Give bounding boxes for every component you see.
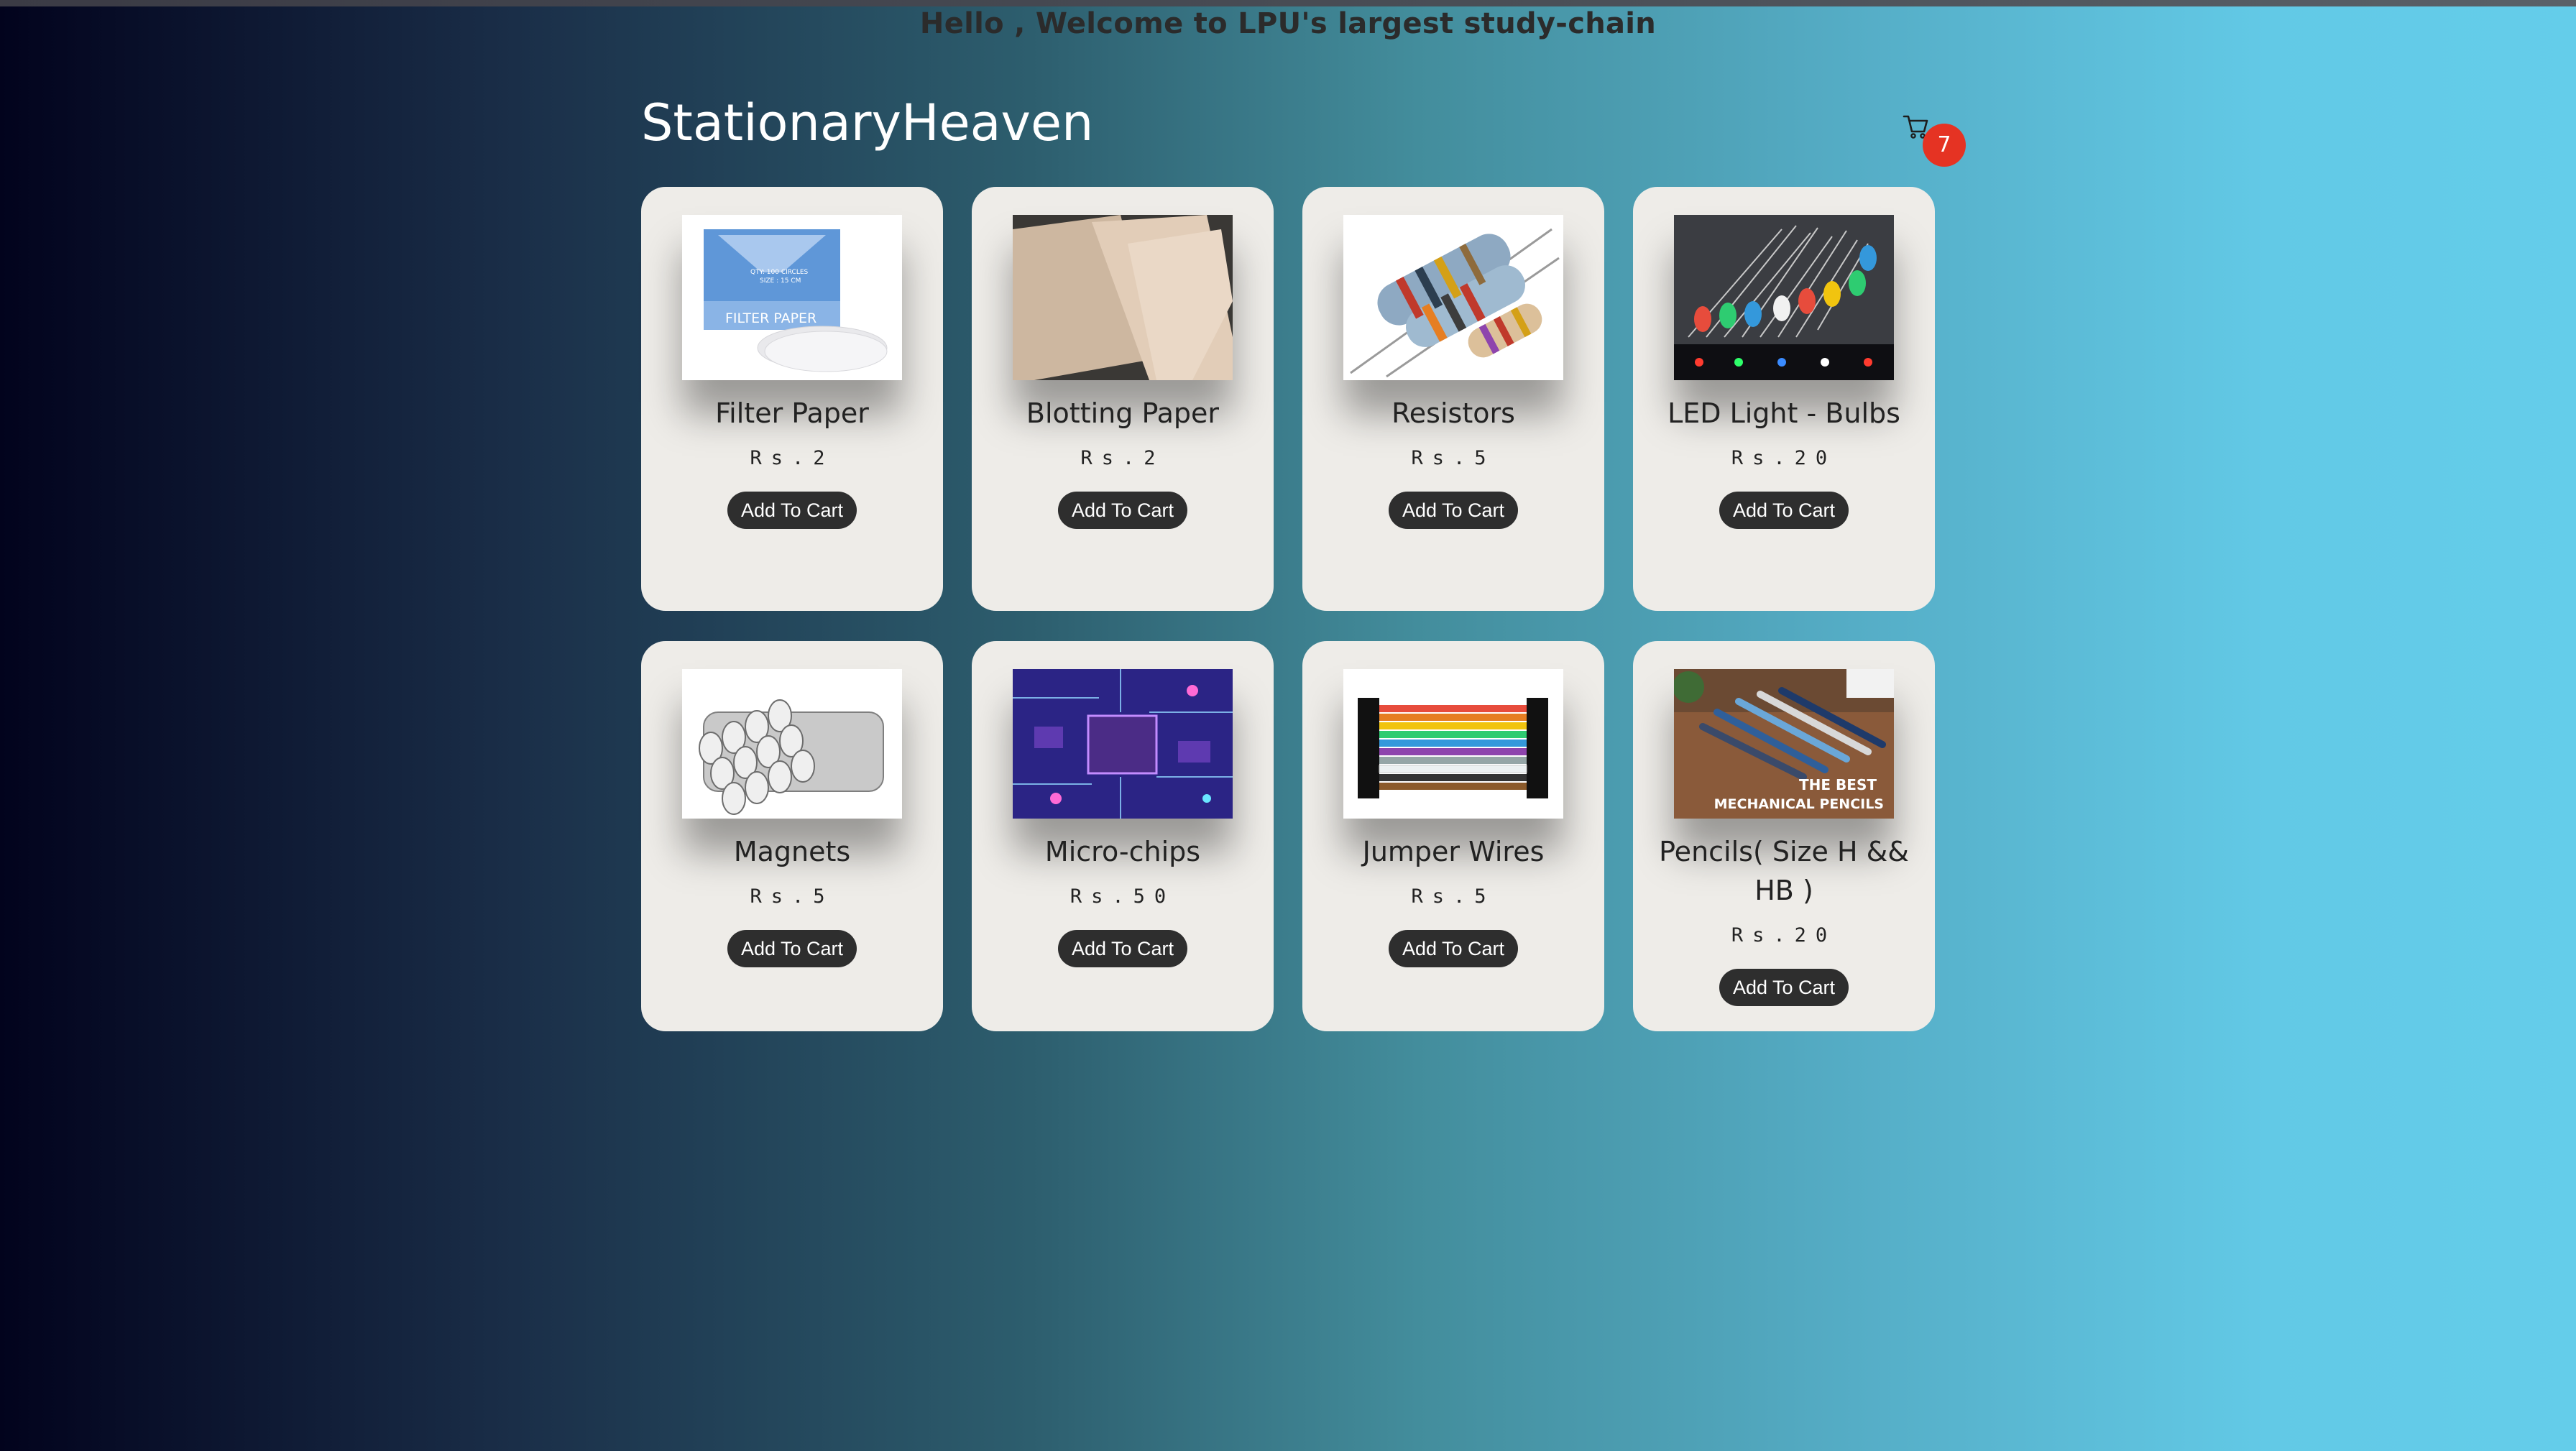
magnets-image [682, 669, 902, 819]
filter-qty-text: QTY: 100 CIRCLES [750, 269, 809, 276]
product-card-filter-paper: QTY: 100 CIRCLES SIZE : 15 CM FILTER PAP… [641, 187, 943, 611]
filter-size-text: SIZE : 15 CM [760, 277, 801, 285]
product-price: Rs.50 [1070, 885, 1176, 908]
add-to-cart-button[interactable]: Add To Cart [1389, 930, 1518, 967]
cart-count-badge: 7 [1923, 124, 1966, 167]
product-name: LED Light - Bulbs [1668, 397, 1900, 429]
product-card-micro-chips: Micro-chips Rs.50 Add To Cart [972, 641, 1274, 1031]
product-price: Rs.5 [750, 885, 834, 908]
cart-button[interactable]: 7 [1898, 108, 1966, 172]
product-name: Jumper Wires [1362, 836, 1545, 867]
product-price: Rs.5 [1411, 447, 1496, 469]
product-card-resistors: Resistors Rs.5 Add To Cart [1302, 187, 1604, 611]
resistors-image [1343, 215, 1563, 380]
pencils-image: THE BEST MECHANICAL PENCILS [1674, 669, 1894, 819]
window-top-bar [0, 0, 2576, 6]
product-name: Micro-chips [1044, 836, 1201, 867]
add-to-cart-button[interactable]: Add To Cart [1058, 492, 1187, 529]
product-price: Rs.20 [1731, 924, 1837, 946]
filter-paper-image: QTY: 100 CIRCLES SIZE : 15 CM FILTER PAP… [682, 215, 902, 380]
pencils-caption-1: THE BEST [1799, 776, 1877, 793]
product-name: Pencils( Size H && HB ) [1659, 836, 1909, 906]
pencils-caption-2: MECHANICAL PENCILS [1714, 796, 1884, 812]
welcome-banner: Hello , Welcome to LPU's largest study-c… [919, 7, 1657, 40]
product-name: Blotting Paper [1026, 397, 1220, 429]
product-price: Rs.2 [1080, 447, 1165, 469]
product-name: Filter Paper [715, 397, 869, 429]
add-to-cart-button[interactable]: Add To Cart [727, 930, 857, 967]
add-to-cart-button[interactable]: Add To Cart [1058, 930, 1187, 967]
product-price: Rs.5 [1411, 885, 1496, 908]
product-card-jumper-wires: Jumper Wires Rs.5 Add To Cart [1302, 641, 1604, 1031]
add-to-cart-button[interactable]: Add To Cart [1389, 492, 1518, 529]
product-name: Magnets [733, 836, 851, 867]
product-card-led-bulbs: LED Light - Bulbs Rs.20 Add To Cart [1633, 187, 1935, 611]
jumper-wires-image [1343, 669, 1563, 819]
product-card-pencils: THE BEST MECHANICAL PENCILS Pencils( Siz… [1633, 641, 1935, 1031]
blotting-paper-image [1013, 215, 1233, 380]
product-price: Rs.2 [750, 447, 834, 469]
add-to-cart-button[interactable]: Add To Cart [727, 492, 857, 529]
add-to-cart-button[interactable]: Add To Cart [1719, 969, 1849, 1006]
site-title[interactable]: StationaryHeaven [641, 93, 1093, 152]
product-price: Rs.20 [1731, 447, 1837, 469]
filter-label-text: FILTER PAPER [725, 310, 816, 326]
product-card-blotting-paper: Blotting Paper Rs.2 Add To Cart [972, 187, 1274, 611]
led-bulbs-image [1674, 215, 1894, 380]
add-to-cart-button[interactable]: Add To Cart [1719, 492, 1849, 529]
micro-chips-image [1013, 669, 1233, 819]
product-name: Resistors [1392, 397, 1515, 429]
product-card-magnets: Magnets Rs.5 Add To Cart [641, 641, 943, 1031]
